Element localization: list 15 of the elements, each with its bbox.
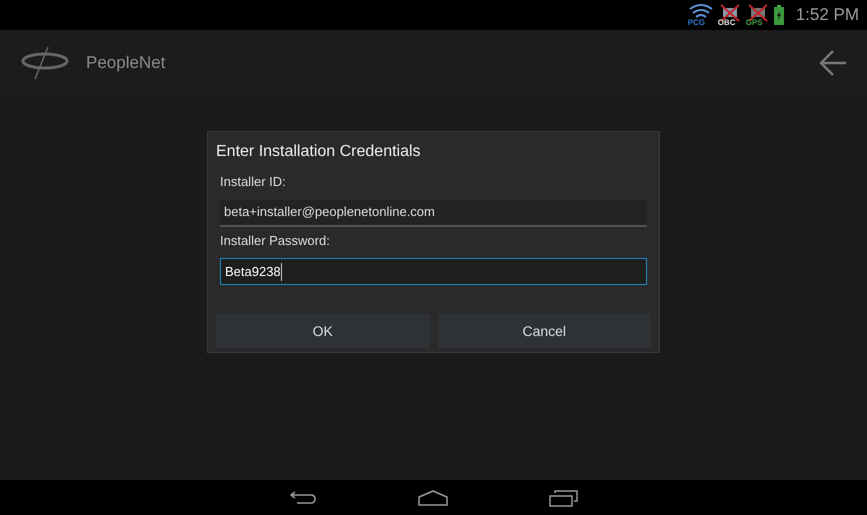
app-title: PeopleNet <box>86 52 166 74</box>
field-label: Installer Password: <box>220 232 331 250</box>
input-field[interactable]: Beta9238 <box>220 258 647 285</box>
home-icon[interactable] <box>416 490 448 506</box>
input-field[interactable]: beta+installer@peoplenetonline.com <box>220 200 647 226</box>
logo-icon <box>20 44 70 80</box>
ok-button[interactable]: OK <box>216 314 430 348</box>
dialog-title: Enter Installation Credentials <box>216 142 422 162</box>
clock-time: 1:52 PM <box>796 4 859 26</box>
field-label: Installer ID: <box>220 173 287 191</box>
battery-icon <box>774 5 784 25</box>
recent-apps-icon[interactable] <box>548 488 578 506</box>
cancel-button[interactable]: Cancel <box>438 314 651 348</box>
back-icon[interactable] <box>288 490 316 506</box>
back-arrow-icon[interactable] <box>819 48 847 76</box>
